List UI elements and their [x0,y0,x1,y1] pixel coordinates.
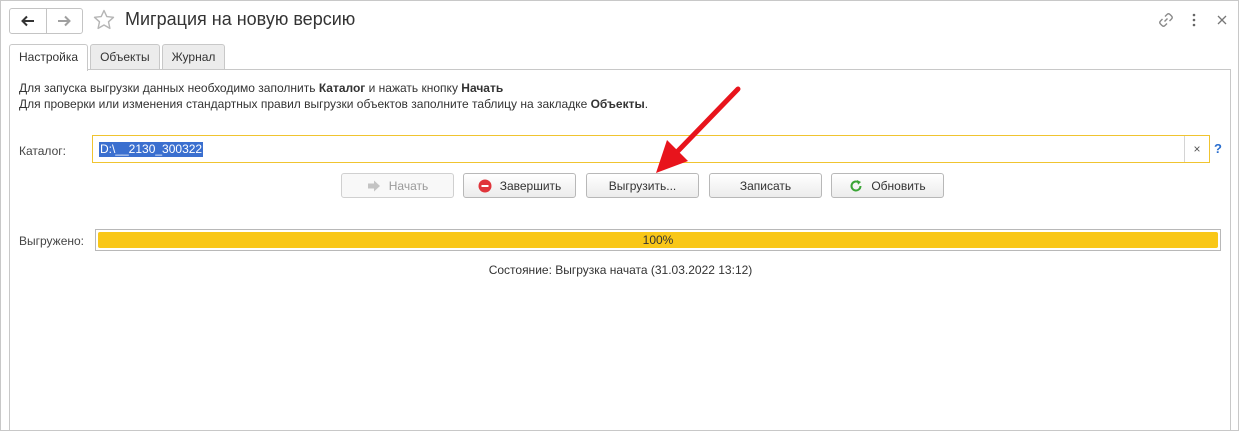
info-line-2: Для проверки или изменения стандартных п… [19,97,648,111]
navigation-group [9,8,83,34]
window-title: Миграция на новую версию [125,9,356,29]
info-bold-catalog: Каталог [318,81,366,95]
finish-button[interactable]: Завершить [463,173,576,198]
refresh-button-label: Обновить [871,178,926,193]
close-icon [1217,15,1227,25]
close-button[interactable] [1213,10,1231,30]
start-button-label: Начать [388,178,429,193]
clear-button[interactable]: × [1184,136,1209,162]
refresh-icon [849,179,863,193]
save-button-label: Записать [739,178,792,193]
progress-label: Выгружено: [19,234,85,248]
forward-button[interactable] [45,9,83,33]
info-text: и нажать кнопку [365,81,462,95]
progress-value: 100% [642,233,674,247]
tab-settings[interactable]: Настройка [9,44,89,71]
link-button[interactable] [1156,10,1176,30]
link-icon [1159,13,1173,27]
catalog-label: Каталог: [19,144,66,158]
stop-icon [478,179,492,193]
export-button-label: Выгрузить... [608,178,677,193]
main-window: Миграция на новую версию Настройка Объек… [0,0,1239,431]
tab-log[interactable]: Журнал [161,44,226,70]
tab-bar: Настройка Объекты Журнал [9,44,227,71]
arrow-left-icon [20,15,34,27]
finish-button-label: Завершить [499,178,562,193]
catalog-input[interactable]: D:\__2130_300322 × [92,135,1210,163]
status-text: Состояние: Выгрузка начата (31.03.2022 1… [488,263,753,277]
export-progress-bar: 100% [95,229,1221,251]
help-icon[interactable]: ? [1214,141,1222,156]
arrow-right-icon [58,15,72,27]
favorite-button[interactable] [92,8,116,32]
more-vertical-icon [1192,13,1196,27]
back-button[interactable] [10,9,46,33]
info-bold-start: Начать [461,81,504,95]
info-text: Для проверки или изменения стандартных п… [19,97,591,111]
info-line-1: Для запуска выгрузки данных необходимо з… [19,81,503,95]
arrow-right-icon [367,180,381,192]
info-text: . [644,97,649,111]
tab-objects[interactable]: Объекты [90,44,160,70]
catalog-value: D:\__2130_300322 [99,142,204,157]
info-bold-objects: Объекты [590,97,645,111]
clear-icon: × [1193,142,1201,156]
star-icon [93,9,115,30]
save-button[interactable]: Записать [709,173,822,198]
info-text: Для запуска выгрузки данных необходимо з… [19,81,319,95]
start-button[interactable]: Начать [341,173,454,198]
export-button[interactable]: Выгрузить... [586,173,699,198]
refresh-button[interactable]: Обновить [831,173,944,198]
more-button[interactable] [1187,10,1201,30]
